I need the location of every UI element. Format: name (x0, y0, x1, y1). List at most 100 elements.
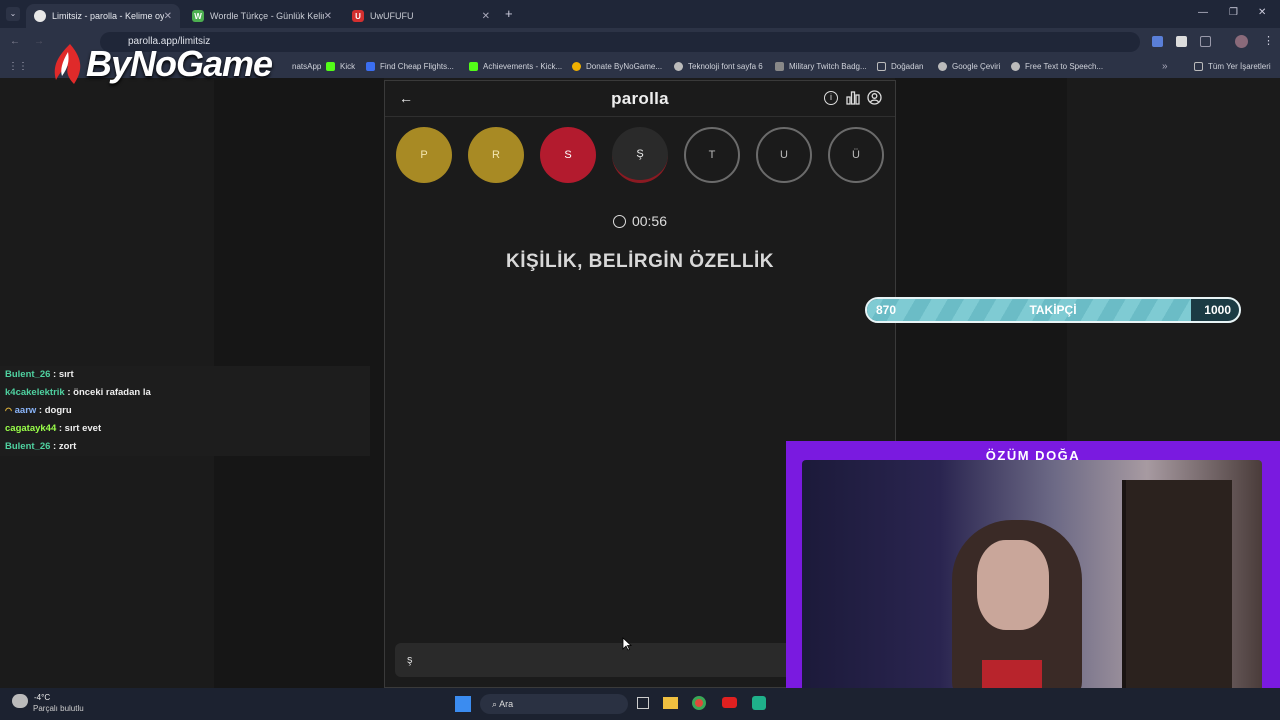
chat-username: Bulent_26 (5, 441, 51, 452)
letter-circle-current: Ş (612, 127, 668, 183)
chrome-icon[interactable] (692, 696, 706, 710)
chat-text: : dogru (38, 405, 72, 416)
uwufufu-favicon-icon: U (352, 10, 364, 22)
stats-icon[interactable] (846, 91, 860, 105)
search-icon: ⌕ (492, 699, 498, 709)
tab-uwufufu[interactable]: U UwUFUFU ✕ (344, 4, 498, 28)
chat-badge-icon: ◠ (5, 406, 12, 415)
chat-text: : sırt (53, 369, 74, 380)
clue-text: KİŞİLİK, BELİRGİN ÖZELLİK (506, 251, 774, 272)
bookmark-item[interactable]: Teknoloji font sayfa 6 (674, 62, 763, 71)
follower-label: TAKİPÇİ (1029, 303, 1077, 317)
bookmark-item[interactable]: Donate ByNoGame... (572, 62, 662, 71)
bookmark-item[interactable]: Kick (326, 62, 355, 71)
chat-message: Bulent_26 : sırt (0, 366, 370, 384)
chat-text: : önceki rafadan la (67, 387, 151, 398)
letter-circle: P (396, 127, 452, 183)
chat-username: aarw (14, 405, 37, 416)
chat-message: cagatayk44 : sırt evet (0, 420, 370, 438)
follower-target: 1000 (1204, 303, 1231, 317)
kick-icon (469, 62, 478, 71)
chat-overlay: Bulent_26 : sırt k4cakelektrik : önceki … (0, 366, 370, 458)
bookmark-item[interactable]: Achievements - Kick... (469, 62, 562, 71)
menu-icon[interactable]: ⋮ (1263, 34, 1274, 47)
wordle-favicon-icon: W (192, 10, 204, 22)
tab-parolla[interactable]: Limitsiz - parolla - Kelime oyun... ✕ (26, 4, 180, 28)
close-tab-icon[interactable]: ✕ (482, 11, 490, 22)
bookmark-item[interactable]: natsApp (292, 62, 321, 71)
mouse-cursor-icon (622, 637, 632, 651)
folder-icon (1194, 62, 1203, 71)
globe-icon (674, 62, 683, 71)
youtube-icon[interactable] (722, 697, 737, 708)
info-icon[interactable]: i (824, 91, 838, 105)
weather-temp: -4°C (34, 693, 51, 702)
extensions-puzzle-icon[interactable] (1200, 36, 1211, 47)
globe-icon (938, 62, 947, 71)
clock-icon (612, 215, 626, 228)
tab-wordle[interactable]: W Wordle Türkçe - Günlük Kelime... ✕ (184, 4, 340, 28)
chat-username: Bulent_26 (5, 369, 51, 380)
chat-username: k4cakelektrik (5, 387, 65, 398)
webcam-frame: ÖZÜM DOĞA (786, 441, 1280, 720)
parolla-favicon-icon (34, 10, 46, 22)
follower-goal-bar: 870 TAKİPÇİ 1000 (865, 297, 1241, 323)
bookshelf (1122, 480, 1232, 702)
streamer-face (977, 540, 1049, 630)
apps-grid-icon[interactable]: ⋮⋮ (8, 61, 28, 72)
chat-message: k4cakelektrik : önceki rafadan la (0, 384, 370, 402)
close-tab-icon[interactable]: ✕ (164, 11, 172, 22)
letter-circle: T (684, 127, 740, 183)
all-bookmarks-folder[interactable]: Tüm Yer İşaretleri (1194, 62, 1271, 71)
more-bookmarks-icon[interactable]: » (1162, 61, 1168, 72)
letter-circle: U (756, 127, 812, 183)
translate-icon[interactable] (1152, 36, 1163, 47)
weather-desc: Parçalı bulutlu (33, 704, 84, 713)
bookmark-item[interactable]: Find Cheap Flights... (366, 62, 454, 71)
bynogame-flame-icon (54, 44, 81, 84)
bookmark-item[interactable]: Free Text to Speech... (1011, 62, 1103, 71)
timer-value: 00:56 (631, 213, 668, 229)
back-icon[interactable]: ← (10, 36, 20, 47)
restore-icon[interactable]: ❐ (1229, 7, 1238, 18)
flights-icon (366, 62, 375, 71)
donate-icon (572, 62, 581, 71)
answer-input[interactable]: ş (395, 643, 795, 677)
extension-icon[interactable] (1176, 36, 1187, 47)
profile-avatar[interactable] (1235, 35, 1248, 48)
file-explorer-icon[interactable] (663, 697, 678, 709)
close-window-icon[interactable]: ✕ (1258, 7, 1266, 18)
tab-search-button[interactable]: ⌄ (6, 7, 20, 21)
forward-icon[interactable]: → (34, 36, 44, 47)
bookmark-item[interactable]: Google Çeviri (938, 62, 1000, 71)
chat-text: : sırt evet (58, 423, 102, 434)
letter-circle: R (468, 127, 524, 183)
bookmark-folder[interactable]: Doğadan (877, 62, 923, 71)
tab-label: UwUFUFU (370, 11, 414, 21)
windows-start-icon[interactable] (455, 696, 471, 712)
game-header: ← parolla i (385, 81, 895, 117)
taskbar-search-label: Ara (499, 699, 514, 709)
minimize-icon[interactable]: — (1198, 7, 1208, 18)
windows-taskbar: -4°C Parçalı bulutlu ⌕ Ara (0, 688, 1280, 720)
taskbar-search[interactable]: ⌕ Ara (480, 694, 628, 714)
folder-icon (877, 62, 886, 71)
tab-label: Limitsiz - parolla - Kelime oyun... (52, 11, 164, 21)
letter-circle: S (540, 127, 596, 183)
bookmark-item[interactable]: Military Twitch Badg... (775, 62, 867, 71)
letter-circle: Ü (828, 127, 884, 183)
browser-tab-bar: ⌄ Limitsiz - parolla - Kelime oyun... ✕ … (0, 0, 1280, 28)
profile-icon[interactable] (867, 90, 882, 105)
timer: 00:56 (385, 213, 895, 229)
chat-username: cagatayk44 (5, 423, 57, 434)
chat-text: : zort (53, 441, 77, 452)
new-tab-button[interactable]: + (505, 6, 513, 21)
task-view-icon[interactable] (637, 697, 649, 709)
webcam-video (802, 460, 1262, 702)
weather-icon (12, 694, 28, 708)
globe-icon (1011, 62, 1020, 71)
app-icon[interactable] (752, 696, 766, 710)
chat-message: ◠ aarw : dogru (0, 402, 370, 420)
close-tab-icon[interactable]: ✕ (324, 11, 332, 22)
kick-icon (326, 62, 335, 71)
